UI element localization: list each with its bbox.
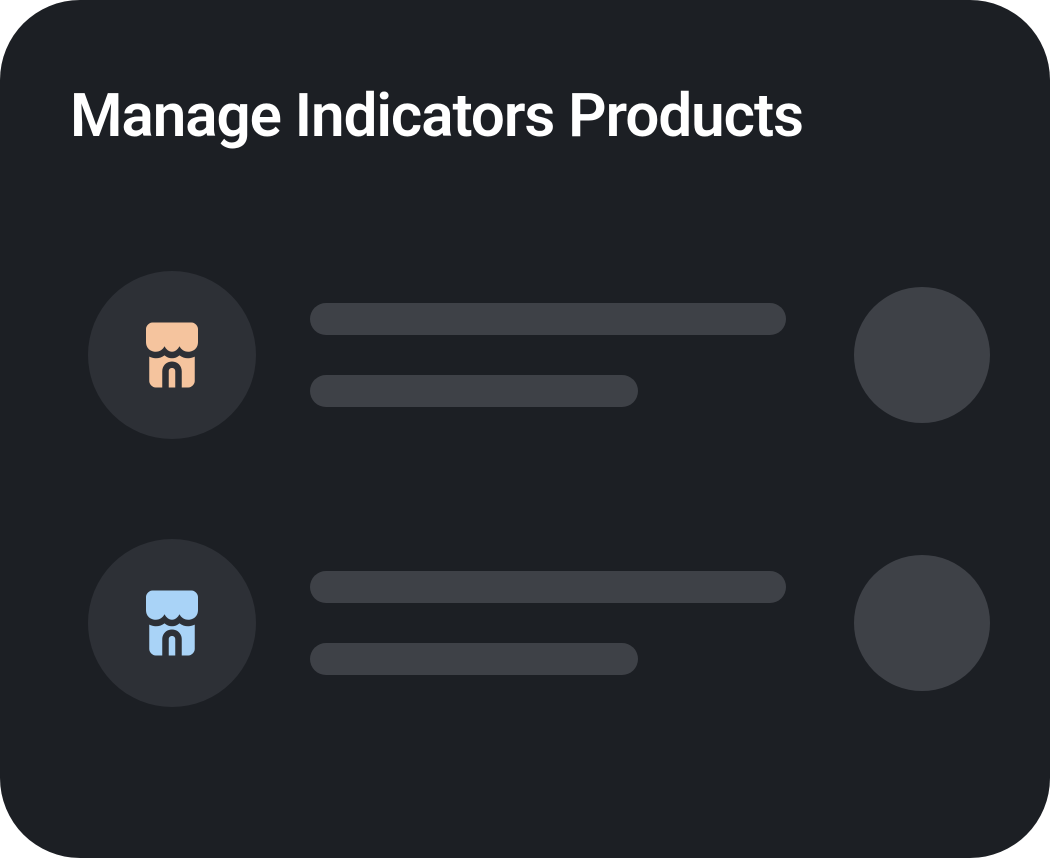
card-title: Manage Indicators Products <box>70 80 980 151</box>
skeleton-line <box>310 643 638 675</box>
list-item[interactable] <box>88 539 980 707</box>
action-button[interactable] <box>854 555 990 691</box>
store-icon <box>133 316 211 394</box>
skeleton-line <box>310 375 638 407</box>
product-text-placeholder <box>310 571 786 675</box>
manage-products-card: Manage Indicators Products <box>0 0 1050 858</box>
action-button[interactable] <box>854 287 990 423</box>
product-list <box>70 271 980 707</box>
product-text-placeholder <box>310 303 786 407</box>
product-icon-container <box>88 539 256 707</box>
product-icon-container <box>88 271 256 439</box>
list-item[interactable] <box>88 271 980 439</box>
store-icon <box>133 584 211 662</box>
skeleton-line <box>310 571 786 603</box>
skeleton-line <box>310 303 786 335</box>
